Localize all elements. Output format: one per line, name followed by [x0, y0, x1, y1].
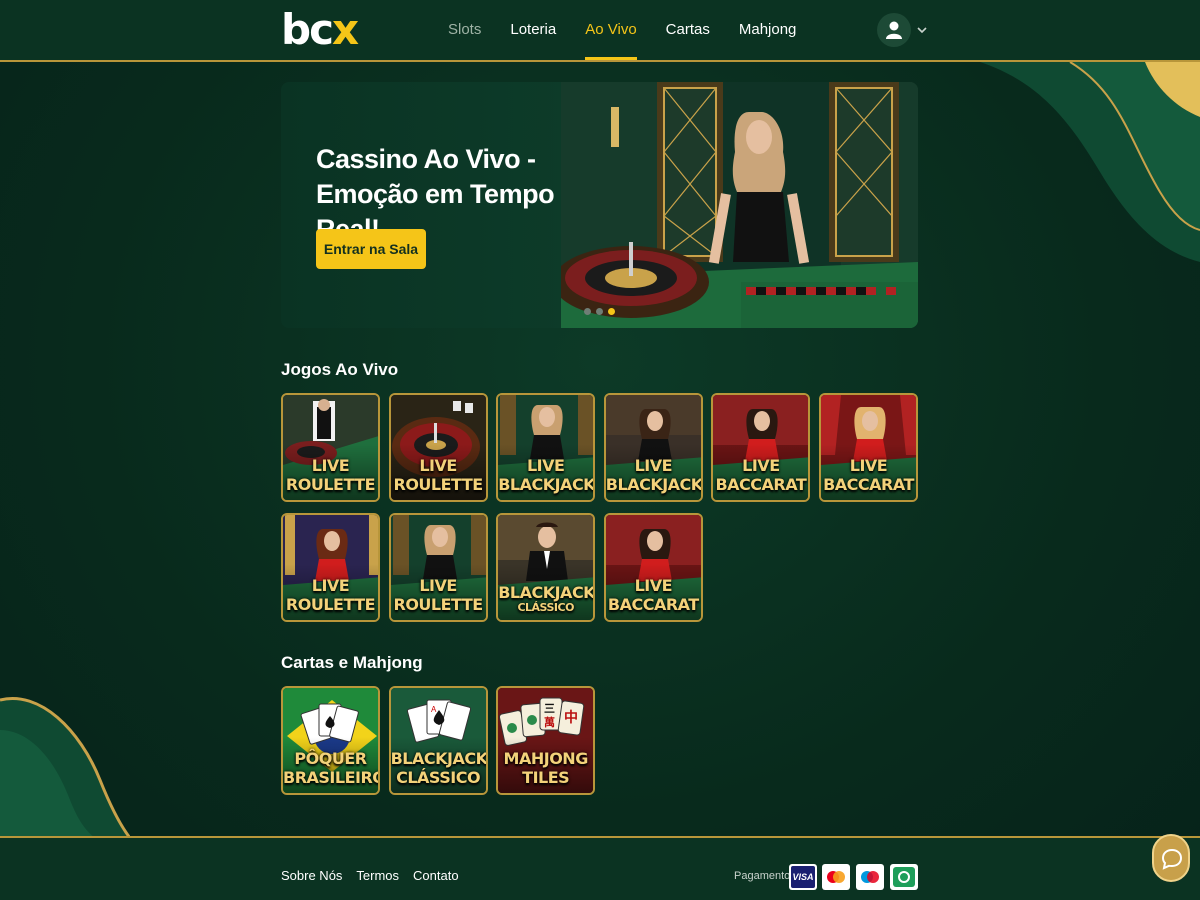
live-games-title: Jogos Ao Vivo: [281, 360, 399, 379]
visa-icon: VISA: [789, 864, 817, 890]
chevron-down-icon[interactable]: [917, 26, 927, 34]
nav-ao-vivo[interactable]: Ao Vivo: [585, 0, 638, 60]
maestro-icon: [856, 864, 884, 890]
game-title: LIVE BLACKJACK: [498, 456, 596, 494]
game-tile[interactable]: 三萬中MAHJONGTILES: [496, 686, 596, 795]
game-title: MAHJONG TILES: [503, 749, 589, 787]
game-title: BLACKJACK CLÁSSICO: [498, 583, 596, 614]
nav-cartas[interactable]: Cartas: [666, 0, 710, 60]
user-avatar-icon[interactable]: [877, 13, 911, 47]
chat-bubble-icon: [1161, 848, 1183, 870]
game-tile[interactable]: PÔQUER BRASILEIRO: [281, 686, 380, 795]
chat-support-button[interactable]: [1152, 834, 1190, 882]
footer-link-contact[interactable]: Contato: [413, 868, 459, 883]
game-title: LIVE BACCARAT: [823, 456, 914, 494]
pix-icon: [890, 864, 918, 890]
game-tile[interactable]: LIVE ROULETTE: [388, 513, 488, 622]
carousel-dot-2[interactable]: [596, 308, 603, 315]
game-title: LIVE BACCARAT: [715, 456, 807, 494]
game-tile[interactable]: LIVE BACCARAT: [819, 393, 918, 502]
footer-link-terms[interactable]: Termos: [356, 868, 399, 883]
game-title: LIVE ROULETTE: [393, 456, 484, 494]
game-title: LIVE ROULETTE: [285, 576, 376, 614]
game-tile[interactable]: LIVE BACCARAT: [711, 393, 811, 502]
cards-mahjong-title: Cartas e Mahjong: [281, 653, 423, 672]
carousel-dot-3[interactable]: [608, 308, 615, 315]
carousel-dot-1[interactable]: [584, 308, 591, 315]
game-tile[interactable]: LIVE ROULETTE: [281, 513, 380, 622]
game-tile[interactable]: LIVE BACCARAT: [603, 513, 703, 622]
user-menu[interactable]: [877, 13, 927, 47]
game-tile[interactable]: LIVE BLACKJACK: [496, 393, 596, 502]
game-tile[interactable]: LIVE BLACKJACK: [603, 393, 703, 502]
footer: Sobre Nós Termos Contato Pagamento VISA: [0, 836, 1200, 900]
nav-slots[interactable]: Slots: [448, 0, 481, 60]
footer-link-about[interactable]: Sobre Nós: [281, 868, 342, 883]
decorative-wave-bottom-left: [0, 697, 130, 838]
game-title: BLACKJACK CLÁSSICO: [390, 749, 488, 787]
game-tile[interactable]: ABLACKJACKCLÁSSICO: [388, 686, 488, 795]
decorative-wave-top-right: [980, 62, 1200, 262]
nav-loteria[interactable]: Loteria: [510, 0, 556, 60]
bcx-logo[interactable]: bcx: [281, 8, 359, 52]
game-title: LIVE ROULETTE: [285, 456, 376, 494]
hero-banner: Cassino Ao Vivo - Emoção em Tempo Real! …: [281, 82, 918, 328]
game-title: PÔQUER BRASILEIRO: [283, 749, 380, 787]
game-tile[interactable]: BLACKJACK CLÁSSICO: [496, 513, 596, 622]
game-tile[interactable]: LIVE ROULETTE: [281, 393, 380, 502]
game-title: LIVE ROULETTE: [393, 576, 484, 614]
game-title: LIVE BLACKJACK: [605, 456, 703, 494]
top-navigation-bar: bcx Slots Loteria Ao Vivo Cartas Mahjong: [0, 0, 1200, 62]
game-tile[interactable]: LIVE ROULETTE: [388, 393, 488, 502]
nav-mahjong[interactable]: Mahjong: [739, 0, 797, 60]
payment-label: Pagamento: [734, 870, 791, 882]
main-nav: Slots Loteria Ao Vivo Cartas Mahjong: [448, 0, 825, 60]
enter-room-button[interactable]: Entrar na Sala: [316, 229, 426, 269]
mastercard-icon: [822, 864, 850, 890]
carousel-dots: [584, 308, 620, 315]
game-title: LIVE BACCARAT: [607, 576, 699, 614]
footer-links: Sobre Nós Termos Contato: [281, 868, 473, 883]
